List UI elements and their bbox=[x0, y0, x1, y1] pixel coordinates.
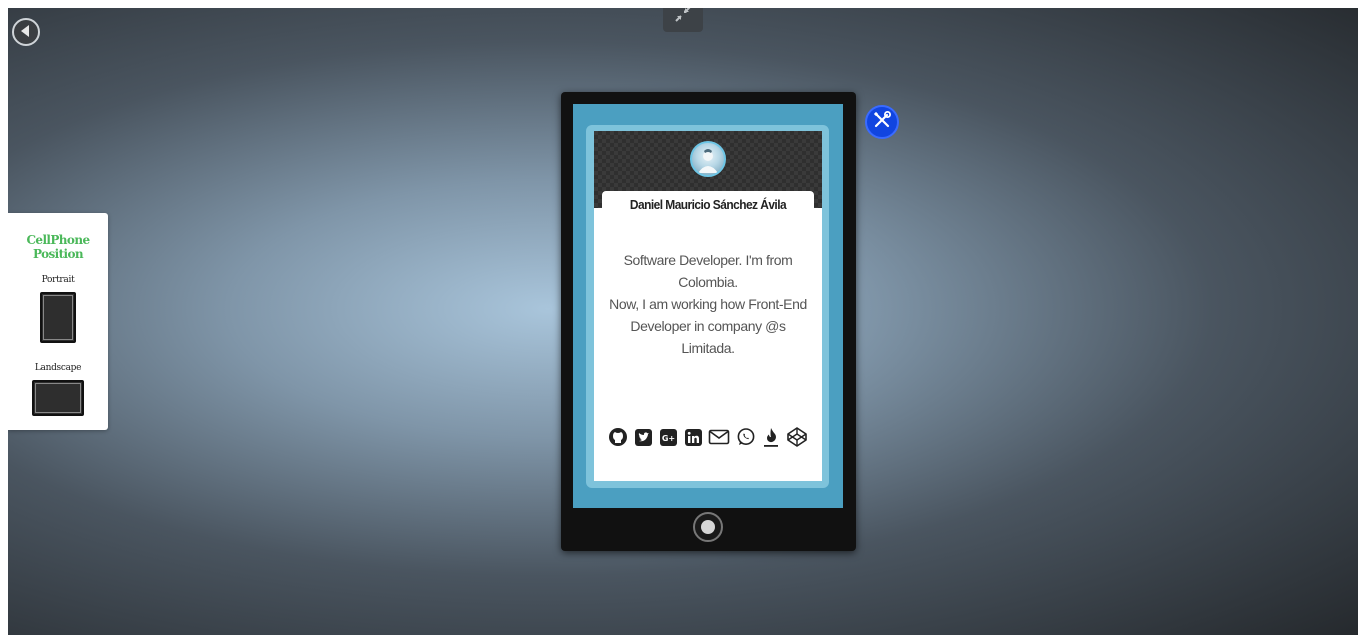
tools-icon bbox=[872, 110, 892, 134]
codeigniter-icon[interactable] bbox=[762, 426, 780, 448]
back-button[interactable] bbox=[12, 18, 40, 46]
profile-bio: Software Developer. I'm from Colombia. N… bbox=[604, 249, 812, 359]
profile-card: Daniel Mauricio Sánchez Ávila Software D… bbox=[594, 131, 822, 481]
twitter-icon[interactable] bbox=[634, 428, 653, 447]
tools-button[interactable] bbox=[865, 105, 899, 139]
minimize-button[interactable] bbox=[663, 8, 703, 32]
profile-bio-text: Software Developer. I'm from Colombia. N… bbox=[609, 252, 807, 356]
position-panel: CellPhone Position Portrait Landscape bbox=[8, 213, 108, 430]
landscape-label: Landscape bbox=[34, 363, 82, 373]
preview-stage: CellPhone Position Portrait Landscape Da… bbox=[8, 8, 1358, 635]
profile-card-frame: Daniel Mauricio Sánchez Ávila Software D… bbox=[586, 125, 829, 488]
email-icon[interactable] bbox=[708, 428, 730, 446]
compress-icon bbox=[674, 8, 692, 27]
tablet-device: Daniel Mauricio Sánchez Ávila Software D… bbox=[561, 92, 856, 551]
arrow-left-icon bbox=[19, 23, 33, 42]
portrait-option[interactable] bbox=[40, 292, 76, 343]
github-icon[interactable] bbox=[608, 427, 628, 447]
social-links: G+ bbox=[608, 426, 808, 448]
google-plus-icon[interactable]: G+ bbox=[659, 428, 678, 447]
whatsapp-icon[interactable] bbox=[736, 427, 756, 447]
landscape-option[interactable] bbox=[32, 380, 84, 416]
codepen-icon[interactable] bbox=[786, 426, 808, 448]
svg-text:G+: G+ bbox=[662, 434, 675, 443]
linkedin-icon[interactable] bbox=[684, 428, 703, 447]
portrait-label: Portrait bbox=[41, 275, 75, 285]
home-button-dot bbox=[701, 520, 715, 534]
home-button[interactable] bbox=[693, 512, 723, 542]
position-panel-title: CellPhone Position bbox=[26, 233, 90, 261]
tablet-screen: Daniel Mauricio Sánchez Ávila Software D… bbox=[573, 104, 843, 508]
avatar bbox=[690, 141, 726, 177]
profile-name: Daniel Mauricio Sánchez Ávila bbox=[629, 197, 787, 212]
